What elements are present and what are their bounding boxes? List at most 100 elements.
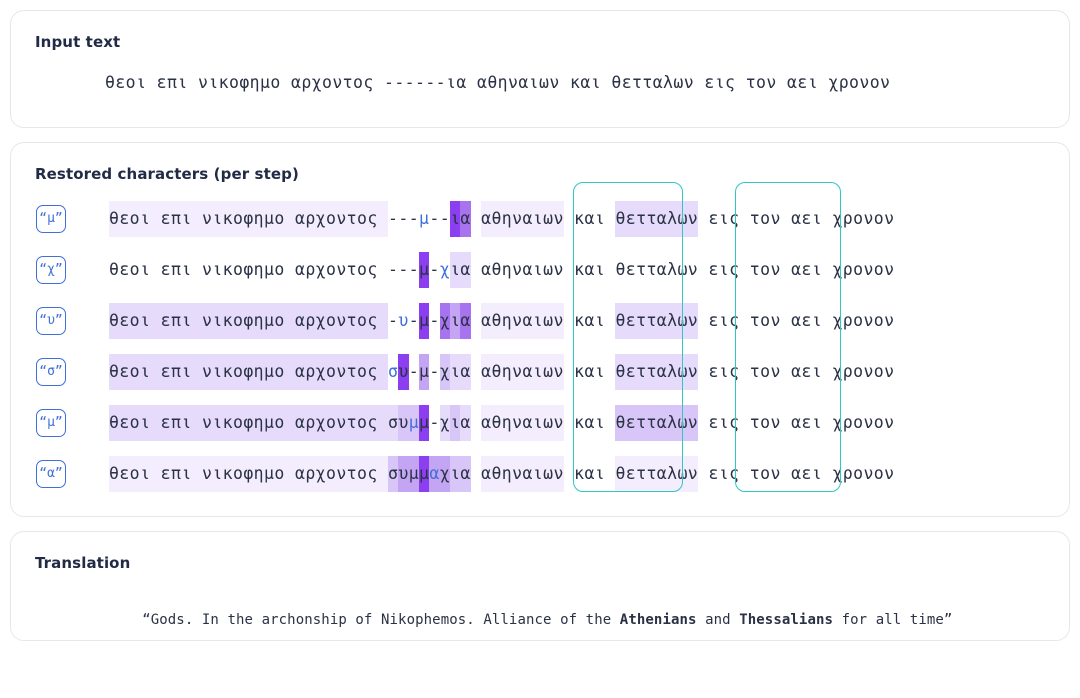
word-athenians: αθηναιων	[481, 302, 564, 339]
gap-char: -	[408, 361, 420, 381]
translation-title: Translation	[35, 554, 131, 572]
word-thessalians: θετταλων	[615, 404, 699, 441]
step-row: “χ” θεοι επι νικοφημο αρχοντος ---μ-χια α…	[33, 244, 1047, 295]
word-kai: και	[563, 361, 616, 381]
step-row: “μ” θεοι επι νικοφημο αρχοντος συμμ-χια α…	[33, 397, 1047, 448]
word-kai: και	[563, 463, 616, 483]
sequence-suffix: εις τον αει χρονον	[698, 361, 895, 381]
word-kai: και	[563, 310, 616, 330]
gap-char: χ	[439, 302, 451, 339]
translation-part-3: for all time”	[833, 612, 953, 628]
gap-char: -	[388, 310, 399, 330]
sequence-prefix: θεοι επι νικοφημο αρχοντος	[109, 353, 389, 390]
restored-characters-card: Restored characters (per step) “μ” θεοι ε…	[10, 142, 1070, 517]
gap-char: α	[460, 404, 471, 441]
gap-char: μ	[408, 404, 420, 441]
gap-char: μ	[419, 208, 430, 228]
gap-char: α	[460, 455, 471, 492]
gap-char: -	[398, 259, 409, 279]
word-thessalians: θετταλων	[615, 302, 699, 339]
step-row: “σ” θεοι επι νικοφημο αρχοντος συ-μ-χια α…	[33, 346, 1047, 397]
step-row: “υ” θεοι επι νικοφημο αρχοντος -υ-μ-χια α…	[33, 295, 1047, 346]
gap-char: σ	[388, 404, 399, 441]
gap-char: υ	[398, 310, 409, 330]
restored-characters-title: Restored characters (per step)	[35, 165, 299, 183]
translation-value: “Gods. In the archonship of Nikophemos. …	[91, 596, 1047, 644]
word-kai: και	[563, 412, 616, 432]
translation-card: Translation “Gods. In the archonship of …	[10, 531, 1070, 641]
gap-char: -	[408, 259, 420, 279]
steps-list: “μ” θεοι επι νικοφημο αρχοντος ---μ--ια α…	[33, 182, 1047, 499]
word-athenians: αθηναιων	[481, 455, 564, 492]
gap-char: μ	[419, 302, 430, 339]
gap-char: α	[460, 251, 471, 288]
gap-char: -	[408, 310, 420, 330]
step-restored-char-chip[interactable]: “χ”	[36, 255, 66, 284]
word-thessalians: θετταλων	[615, 353, 699, 390]
step-row: “α” θεοι επι νικοφημο αρχοντος συμμαχια α…	[33, 448, 1047, 499]
step-row: “μ” θεοι επι νικοφημο αρχοντος ---μ--ια α…	[33, 193, 1047, 244]
sequence-suffix: εις τον αει χρονον	[698, 310, 895, 330]
translation-part-2: and	[696, 612, 740, 628]
gap-char: σ	[388, 361, 399, 381]
input-text-title: Input text	[35, 33, 121, 51]
gap-char: -	[408, 208, 420, 228]
sequence-suffix: εις τον αει χρονον	[698, 259, 895, 279]
gap-char: χ	[439, 455, 451, 492]
step-sequence: θεοι επι νικοφημο αρχοντος συμμαχια αθην…	[109, 455, 895, 492]
gap-char: -	[429, 361, 440, 381]
gap-char: -	[439, 208, 451, 228]
step-restored-char-chip[interactable]: “μ”	[36, 408, 66, 437]
step-restored-char-chip[interactable]: “σ”	[36, 357, 66, 386]
step-sequence: θεοι επι νικοφημο αρχοντος ---μ--ια αθην…	[109, 200, 895, 237]
input-text-value: θεοι επι νικοφημο αρχοντος ------ια αθην…	[105, 73, 891, 92]
step-restored-char-chip[interactable]: “υ”	[36, 306, 66, 335]
step-restored-char-chip[interactable]: “μ”	[36, 204, 66, 233]
sequence-prefix: θεοι επι νικοφημο αρχοντος	[109, 455, 389, 492]
word-athenians: αθηναιων	[481, 200, 564, 237]
word-athenians: αθηναιων	[481, 404, 564, 441]
gap-char: μ	[419, 251, 430, 288]
gap-char: ι	[450, 200, 461, 237]
gap-char: -	[429, 412, 440, 432]
gap-char: α	[460, 200, 471, 237]
gap-char: μ	[408, 455, 420, 492]
gap-char: -	[398, 208, 409, 228]
gap-char: υ	[398, 455, 409, 492]
gap-char: ι	[450, 455, 461, 492]
sequence-prefix: θεοι επι νικοφημο αρχοντος	[109, 404, 389, 441]
gap-char: υ	[398, 404, 409, 441]
translation-part-1: “Gods. In the archonship of Nikophemos. …	[142, 612, 620, 628]
step-sequence: θεοι επι νικοφημο αρχοντος -υ-μ-χια αθην…	[109, 302, 895, 339]
gap-char: α	[429, 455, 440, 492]
gap-char: ι	[450, 251, 461, 288]
sequence-prefix: θεοι επι νικοφημο αρχοντος	[109, 259, 389, 279]
gap-char: α	[460, 353, 471, 390]
word-athenians: αθηναιων	[481, 353, 564, 390]
input-text-card: Input text θεοι επι νικοφημο αρχοντος --…	[10, 10, 1070, 128]
sequence-suffix: εις τον αει χρονον	[698, 463, 895, 483]
gap-char: ι	[450, 404, 461, 441]
sequence-suffix: εις τον αει χρονον	[698, 412, 895, 432]
gap-char: μ	[419, 353, 430, 390]
gap-char: υ	[398, 353, 409, 390]
step-sequence: θεοι επι νικοφημο αρχοντος συμμ-χια αθην…	[109, 404, 895, 441]
gap-char: σ	[388, 455, 399, 492]
gap-char: -	[429, 310, 440, 330]
step-sequence: θεοι επι νικοφημο αρχοντος ---μ-χια αθην…	[109, 251, 895, 288]
gap-char: ι	[450, 302, 461, 339]
word-athenians: αθηναιων	[481, 259, 564, 279]
word-kai: και	[563, 208, 616, 228]
step-restored-char-chip[interactable]: “α”	[36, 459, 66, 488]
word-thessalians: θετταλων	[615, 259, 699, 279]
gap-char: χ	[439, 259, 451, 279]
gap-char: -	[429, 259, 440, 279]
sequence-suffix: εις τον αει χρονον	[698, 208, 895, 228]
sequence-prefix: θεοι επι νικοφημο αρχοντος	[109, 302, 389, 339]
gap-char: μ	[419, 404, 430, 441]
